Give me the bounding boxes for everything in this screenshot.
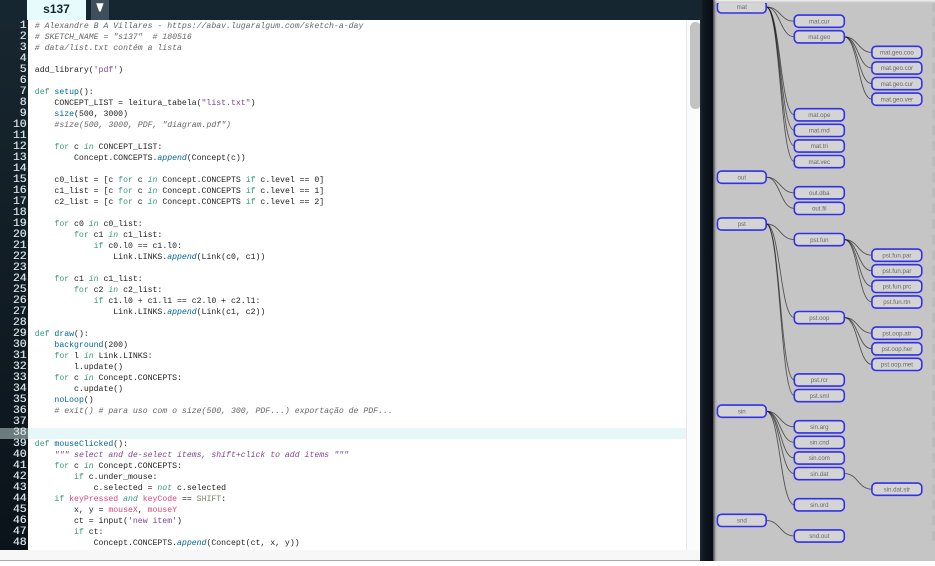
svg-text:sin.dat: sin.dat: [810, 471, 828, 478]
svg-text:pst.sml: pst.sml: [810, 393, 829, 400]
svg-text:pst.fun.rtn: pst.fun.rtn: [883, 299, 911, 306]
svg-text:pst.fun: pst.fun: [810, 237, 829, 244]
svg-text:pst.oop.atr: pst.oop.atr: [882, 330, 911, 337]
svg-text:sin: sin: [738, 408, 746, 415]
svg-text:mat.geo.coo: mat.geo.coo: [880, 50, 914, 57]
svg-text:mat.geo.cor: mat.geo.cor: [881, 65, 913, 72]
svg-text:out.fil: out.fil: [812, 206, 827, 213]
svg-text:mat.geo: mat.geo: [808, 34, 831, 41]
svg-text:pst.fun.par: pst.fun.par: [882, 268, 911, 275]
svg-text:pst.fun.prc: pst.fun.prc: [883, 284, 912, 291]
svg-text:mat.geo.cur: mat.geo.cur: [881, 81, 913, 88]
svg-text:mat.rnd: mat.rnd: [809, 128, 830, 135]
svg-text:out.dba: out.dba: [809, 190, 830, 197]
svg-text:sin.cnd: sin.cnd: [810, 440, 830, 447]
svg-text:pst.oop.met: pst.oop.met: [881, 362, 913, 369]
svg-text:mat.geo.ver: mat.geo.ver: [881, 96, 913, 103]
svg-text:snd.out: snd.out: [809, 533, 829, 540]
svg-text:pst.rcr: pst.rcr: [811, 377, 828, 384]
svg-text:sin.dat.str: sin.dat.str: [884, 486, 911, 493]
svg-text:sin.com: sin.com: [809, 455, 830, 462]
svg-text:mat.cur: mat.cur: [809, 18, 829, 25]
svg-text:pst.oop.her: pst.oop.her: [882, 346, 913, 353]
svg-text:pst.fun.par: pst.fun.par: [882, 252, 911, 259]
svg-text:mat.tri: mat.tri: [811, 143, 828, 150]
svg-text:pst.oop: pst.oop: [809, 315, 830, 322]
svg-text:sin.arg: sin.arg: [810, 424, 829, 431]
svg-text:pst: pst: [738, 221, 746, 228]
svg-text:mat: mat: [737, 4, 748, 11]
svg-text:mat.vec: mat.vec: [809, 159, 831, 166]
svg-text:sin.ord: sin.ord: [810, 502, 829, 509]
svg-text:mat.ope: mat.ope: [808, 112, 831, 119]
svg-text:snd: snd: [737, 518, 747, 525]
svg-text:out: out: [738, 174, 747, 181]
